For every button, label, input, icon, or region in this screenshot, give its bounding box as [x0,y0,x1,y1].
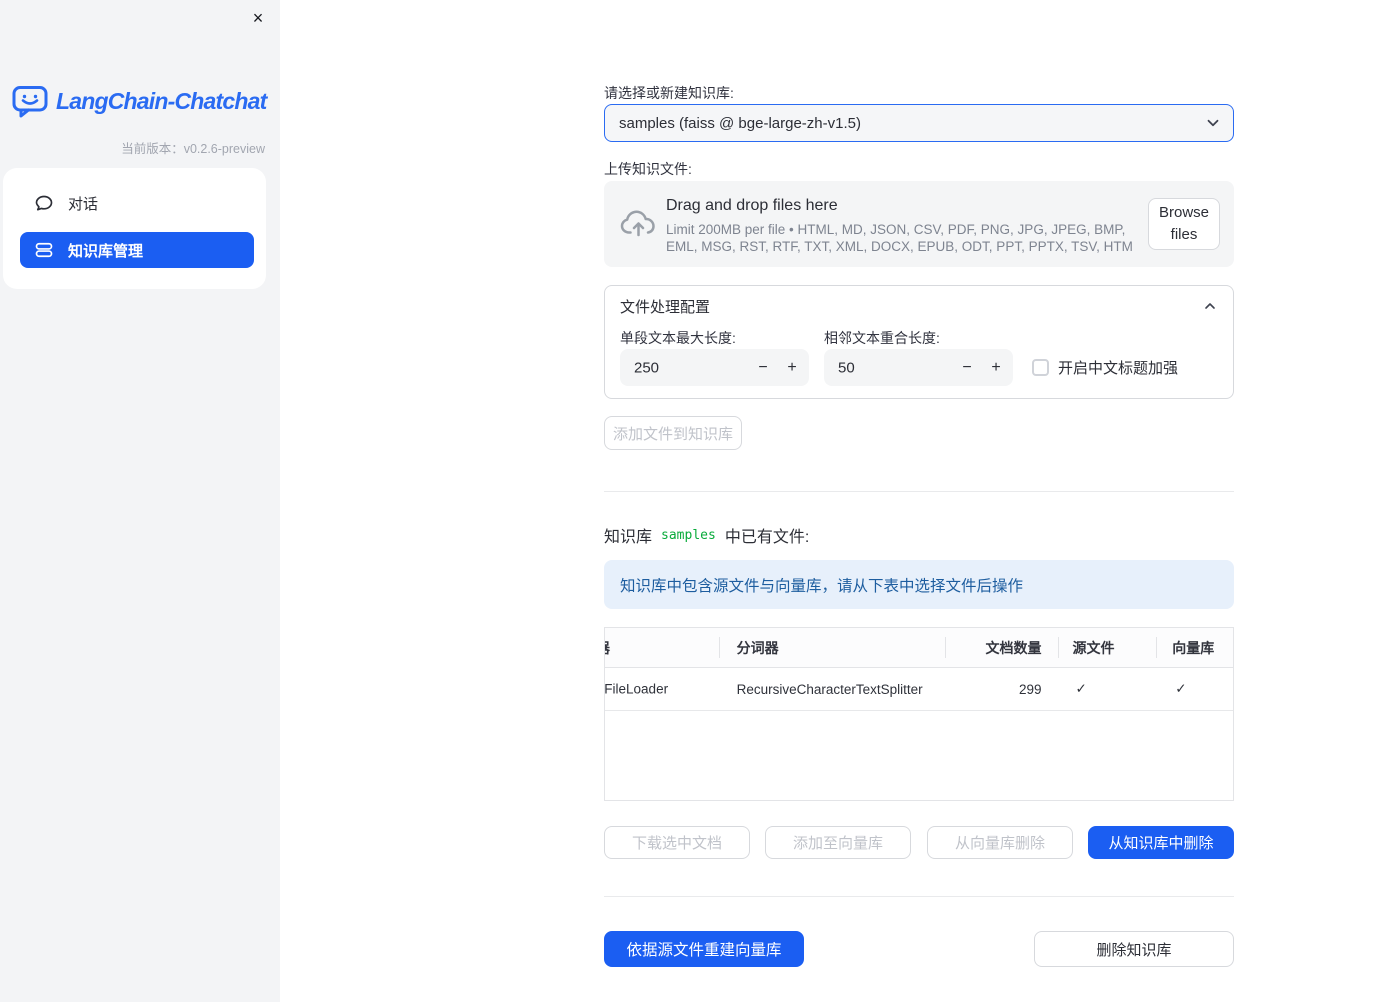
kb-select-value: samples (faiss @ bge-large-zh-v1.5) [619,114,861,132]
chunk-size-label: 单段文本最大长度: [620,330,736,346]
version-text: 当前版本：v0.2.6-preview [121,138,265,157]
decrement-button[interactable]: − [957,359,977,377]
overlap-size-value: 50 [838,359,855,376]
sidebar: × LangChain-Chatchat 当前版本：v0.2.6-preview [0,0,280,1002]
kb-files-prefix: 知识库 [604,529,653,546]
cell-splitter: RecursiveCharacterTextSplitter [736,681,923,697]
column-header-doc-count: 文档数量 [944,628,1058,667]
app-title: LangChain-Chatchat [56,88,267,114]
overlap-size-label: 相邻文本重合长度: [824,330,940,346]
version-label: 当前版本： [121,142,184,156]
chatchat-logo-icon [12,85,48,118]
sidebar-item-label: 知识库管理 [68,242,144,260]
upload-label: 上传知识文件: [604,161,692,177]
dropzone-title: Drag and drop files here [666,197,838,214]
column-header-loader: 文档加载器 [605,628,719,667]
kb-select-label: 请选择或新建知识库: [604,85,734,101]
cell-doc-count: 299 [1018,681,1042,697]
kb-files-table[interactable]: 文档加载器 分词器 文档数量 源文件 向量库 UnstructuredFileL… [604,627,1234,801]
sidebar-item-knowledge-base[interactable]: 知识库管理 [20,232,254,268]
chat-bubble-icon [34,193,54,213]
file-dropzone[interactable]: Drag and drop files here Limit 200MB per… [604,181,1234,267]
divider [604,491,1234,492]
table-row[interactable]: UnstructuredFileLoader RecursiveCharacte… [605,668,1233,711]
decrement-button[interactable]: − [753,359,773,377]
zh-title-enhance-checkbox[interactable]: 开启中文标题加强 [1032,357,1178,378]
sidebar-item-dialogue[interactable]: 对话 [20,185,254,221]
cell-source-file-check: ✓ [1075,681,1087,696]
delete-kb-button[interactable]: 删除知识库 [1034,931,1234,967]
add-to-vector-store-button[interactable]: 添加至向量库 [765,826,911,859]
chevron-down-icon [1204,114,1222,132]
divider [604,896,1234,897]
increment-button[interactable]: + [986,359,1006,377]
cell-vector-store-check: ✓ [1175,681,1187,696]
chevron-up-icon[interactable] [1202,298,1218,314]
sidebar-item-label: 对话 [68,195,99,213]
column-header-splitter: 分词器 [718,628,945,667]
app-logo: LangChain-Chatchat [12,85,268,118]
checkbox-icon [1032,359,1049,376]
table-header-row: 文档加载器 分词器 文档数量 源文件 向量库 [605,628,1233,668]
expander-title[interactable]: 文件处理配置 [620,296,710,317]
sidebar-nav: 对话 知识库管理 [3,168,266,289]
info-alert: 知识库中包含源文件与向量库，请从下表中选择文件后操作 [604,560,1234,609]
browse-files-button[interactable]: Browse files [1148,198,1220,250]
app-root: × LangChain-Chatchat 当前版本：v0.2.6-preview [0,0,1380,1002]
file-config-expander: 文件处理配置 单段文本最大长度: 相邻文本重合长度: 250 − + 50 − … [604,285,1234,399]
delete-from-kb-button[interactable]: 从知识库中删除 [1088,826,1234,859]
cell-loader: UnstructuredFileLoader [605,681,669,697]
version-value: v0.2.6-preview [183,142,265,156]
sidebar-close-button[interactable]: × [244,4,272,32]
main-area: 请选择或新建知识库: samples (faiss @ bge-large-zh… [280,0,1380,1002]
knowledge-base-icon [34,240,54,260]
download-selected-button[interactable]: 下载选中文档 [604,826,750,859]
add-files-to-kb-button[interactable]: 添加文件到知识库 [604,416,742,450]
cloud-upload-icon [620,208,657,239]
kb-name-code: samples [661,527,716,543]
column-header-source-file: 源文件 [1057,628,1157,667]
info-alert-text: 知识库中包含源文件与向量库，请从下表中选择文件后操作 [620,577,1024,595]
checkbox-label: 开启中文标题加强 [1058,360,1179,377]
overlap-size-input[interactable]: 50 − + [824,349,1013,386]
chunk-size-input[interactable]: 250 − + [620,349,809,386]
dropzone-limit-text: Limit 200MB per file • HTML, MD, JSON, C… [666,222,1133,254]
kb-files-suffix: 中已有文件: [724,529,810,546]
chunk-size-value: 250 [634,359,660,376]
kb-select[interactable]: samples (faiss @ bge-large-zh-v1.5) [604,104,1234,142]
delete-from-vector-store-button[interactable]: 从向量库删除 [927,826,1073,859]
increment-button[interactable]: + [782,359,802,377]
kb-files-heading: 知识库 samples 中已有文件: [604,523,809,547]
content-column: 请选择或新建知识库: samples (faiss @ bge-large-zh… [604,0,1234,1002]
rebuild-vector-store-button[interactable]: 依据源文件重建向量库 [604,931,804,967]
column-header-vector-store: 向量库 [1156,628,1233,667]
